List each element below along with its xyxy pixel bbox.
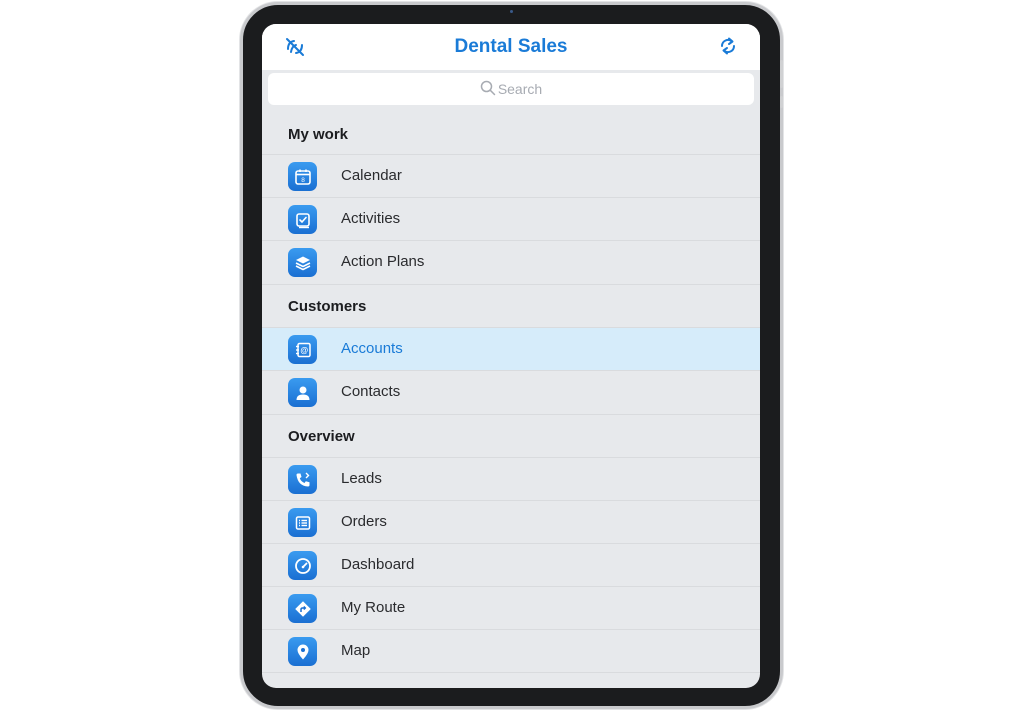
menu-item-calendar[interactable]: 8 Calendar: [262, 154, 760, 197]
menu-item-label: Map: [341, 642, 371, 659]
page-title: Dental Sales: [454, 36, 568, 57]
volume-button: [780, 60, 783, 88]
refresh-icon[interactable]: [717, 35, 739, 57]
phone-icon: [288, 465, 317, 494]
search-placeholder: Search: [497, 81, 543, 97]
section-header-my-work: My work: [288, 125, 349, 143]
menu-item-label: Activities: [341, 210, 401, 227]
menu-item-map[interactable]: Map: [262, 629, 760, 672]
volume-button-2: [780, 96, 783, 108]
activities-icon: [288, 205, 317, 234]
menu-item-label: Action Plans: [341, 253, 425, 270]
orders-icon: [288, 508, 317, 537]
svg-text:8: 8: [301, 177, 305, 184]
menu-item-contacts[interactable]: Contacts: [262, 370, 760, 413]
layers-icon: [288, 248, 317, 277]
menu-item-label: My Route: [341, 599, 406, 616]
app-screen: Dental Sales Search My work 8 Calendar A…: [262, 24, 760, 688]
menu-item-action-plans[interactable]: Action Plans: [262, 240, 760, 283]
menu-item-leads[interactable]: Leads: [262, 457, 760, 500]
menu-item-activities[interactable]: Activities: [262, 197, 760, 240]
divider: [262, 672, 760, 673]
menu-item-orders[interactable]: Orders: [262, 500, 760, 543]
section-header-customers: Customers: [262, 284, 760, 328]
menu-item-label: Calendar: [341, 167, 402, 184]
front-camera: [510, 10, 513, 13]
route-icon: [288, 594, 317, 623]
menu-item-label: Leads: [341, 470, 382, 487]
calendar-icon: 8: [288, 162, 317, 191]
menu-item-label: Dashboard: [341, 556, 415, 573]
menu-item-label: Contacts: [341, 383, 401, 400]
menu-item-dashboard[interactable]: Dashboard: [262, 543, 760, 586]
section-header-overview: Overview: [262, 414, 760, 458]
map-pin-icon: [288, 637, 317, 666]
menu-item-accounts[interactable]: @ Accounts: [262, 327, 760, 370]
menu-item-my-route[interactable]: My Route: [262, 586, 760, 629]
menu-item-label: Accounts: [341, 340, 403, 357]
offline-sync-icon[interactable]: [284, 36, 306, 58]
menu-item-label: Orders: [341, 513, 387, 530]
navigation-bar: Dental Sales: [262, 24, 760, 70]
search-icon: [480, 80, 496, 99]
person-icon: [288, 378, 317, 407]
accounts-icon: @: [288, 335, 317, 364]
gauge-icon: [288, 551, 317, 580]
search-input[interactable]: Search: [268, 73, 754, 105]
svg-text:@: @: [300, 346, 308, 355]
